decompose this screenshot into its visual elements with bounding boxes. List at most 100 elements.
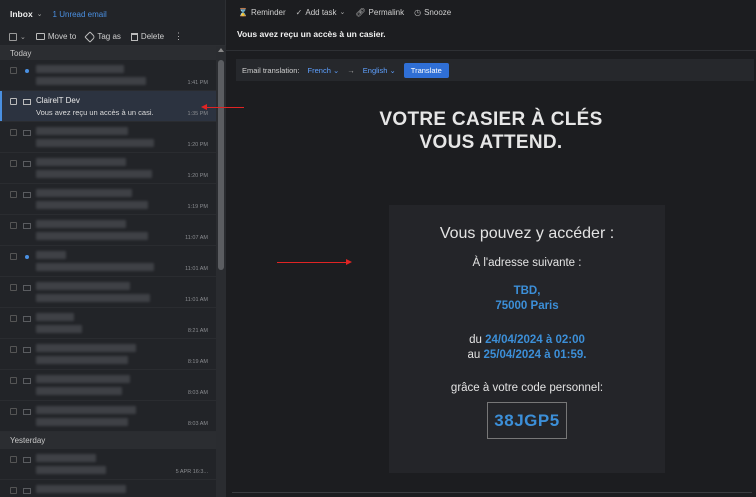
start-date-line: du 24/04/2024 à 02:00 [389,333,665,348]
snooze-label: Snooze [424,7,452,17]
row-checkbox[interactable] [10,456,17,463]
unread-dot-icon [25,69,29,73]
list-item-selected[interactable]: ClairelT Dev Vous avez reçu un accès à u… [0,91,216,122]
address-line-2: 75000 Paris [495,300,559,312]
row-subject [36,232,148,240]
snooze-button[interactable]: ◷ Snooze [414,8,451,17]
row-checkbox[interactable] [10,377,17,384]
unread-dot-icon [25,255,29,259]
row-time: 8:19 AM [187,359,208,365]
row-subject [36,356,128,364]
move-to-button[interactable]: Move to [35,32,77,41]
unread-filter-link[interactable]: 1 Unread email [53,10,107,19]
divider [226,50,756,51]
row-subject [36,139,154,147]
list-item[interactable]: 5 APR 16:3... [0,449,216,480]
list-item[interactable]: 8:03 AM [0,370,216,401]
row-time: 1:41 PM [187,80,208,86]
hero-line-1: VOTRE CASIER À CLÉS [379,109,603,130]
source-language-select[interactable]: French ⌄ [308,66,340,75]
tag-as-button[interactable]: Tag as [84,30,121,43]
add-task-button[interactable]: ✓ Add task ⌄ [296,8,346,17]
envelope-icon [23,316,31,322]
row-subject [36,294,150,302]
row-subject [36,418,128,426]
list-item[interactable]: 1:41 PM [0,60,216,91]
envelope-icon [23,130,31,136]
list-scrollbar[interactable] [216,46,226,497]
tag-as-label: Tag as [97,32,121,41]
row-checkbox[interactable] [10,487,17,494]
permalink-button[interactable]: 🔗︎ Permalink [355,8,404,17]
chevron-down-icon[interactable]: ⌄ [37,10,43,18]
row-checkbox[interactable] [10,346,17,353]
code-label: grâce à votre code personnel: [450,382,604,394]
row-time: 1:19 PM [187,204,208,210]
row-time: 8:03 AM [187,421,208,427]
delete-button[interactable]: Delete [130,32,165,41]
list-item[interactable]: 8:03 AM [0,401,216,432]
mail-list-pane: Inbox ⌄ 1 Unread email ⌄ Move to Tag as … [0,0,226,497]
folder-icon [35,33,45,40]
address-label: À l'adresse suivante : [472,257,582,269]
arrow-right-icon: → [347,65,355,75]
row-checkbox[interactable] [10,160,17,167]
list-toolbar: ⌄ Move to Tag as Delete ⋮ [0,28,225,46]
source-language-value: French [307,65,331,75]
row-subject [36,201,148,209]
translate-button[interactable]: Translate [403,62,449,78]
list-item[interactable]: 11:01 AM [0,246,216,277]
hero-line-2: VOUS ATTEND. [419,132,563,153]
row-checkbox[interactable] [10,408,17,415]
row-sender: ClairelT Dev [36,96,80,105]
scroll-up-icon[interactable] [218,48,224,52]
select-all-checkbox[interactable]: ⌄ [9,32,26,41]
row-sender [36,375,130,383]
more-options-icon[interactable]: ⋮ [174,31,183,42]
list-item[interactable]: 1:20 PM [0,122,216,153]
scrollbar-thumb[interactable] [218,60,224,270]
envelope-icon [23,347,31,353]
envelope-icon [23,488,31,494]
list-item[interactable] [0,480,216,497]
mail-subject: Vous avez reçu un accès à un casier. [237,29,386,39]
reminder-button[interactable]: ⌛ Reminder [238,8,286,17]
row-sender [36,344,136,352]
delete-label: Delete [140,32,165,41]
row-checkbox[interactable] [10,67,17,74]
row-time: 11:01 AM [185,266,208,272]
row-checkbox[interactable] [10,191,17,198]
list-item[interactable]: 8:21 AM [0,308,216,339]
envelope-icon [23,223,31,229]
list-item[interactable]: 1:19 PM [0,184,216,215]
clock-icon: ◷ [414,7,422,17]
envelope-icon [23,285,31,291]
envelope-icon [23,409,31,415]
row-sender [36,454,96,462]
row-checkbox[interactable] [10,253,17,260]
address-line-1: TBD, [513,285,541,297]
row-checkbox[interactable] [10,284,17,291]
row-time: 1:20 PM [187,173,208,179]
list-item[interactable]: 11:01 AM [0,277,216,308]
divider [232,492,752,493]
envelope-icon [23,192,31,198]
row-checkbox[interactable] [10,98,17,105]
target-language-select[interactable]: English ⌄ [363,66,396,75]
row-time: 8:21 AM [187,328,208,334]
list-item[interactable]: 8:19 AM [0,339,216,370]
row-sender [36,158,126,166]
inbox-folder-selector[interactable]: Inbox [10,9,33,19]
list-item[interactable]: 1:20 PM [0,153,216,184]
list-item[interactable]: 11:07 AM [0,215,216,246]
row-sender [36,127,128,135]
row-checkbox[interactable] [10,222,17,229]
move-to-label: Move to [47,32,77,41]
reading-pane: ⌛ Reminder ✓ Add task ⌄ 🔗︎ Permalink ◷ Snooze… [226,0,756,497]
envelope-icon [23,99,31,105]
row-checkbox[interactable] [10,315,17,322]
start-date: 24/04/2024 à 02:00 [485,334,585,346]
row-checkbox[interactable] [10,129,17,136]
start-prefix: du [469,334,482,346]
row-sender [36,65,124,73]
